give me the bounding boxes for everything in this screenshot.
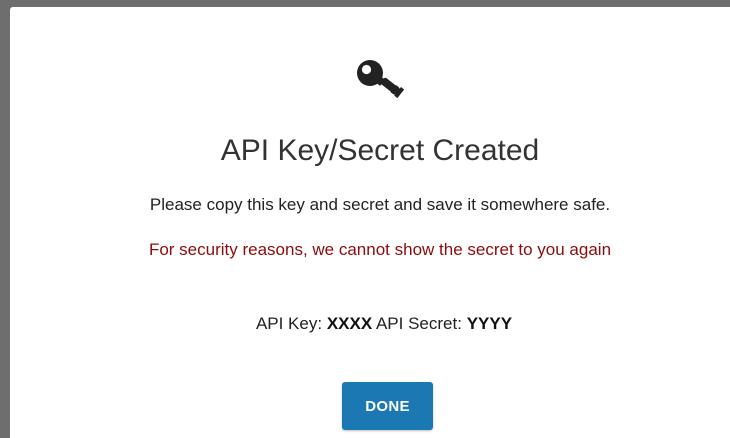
copy-instruction: Please copy this key and secret and save… bbox=[149, 195, 611, 214]
api-key-dialog: API Key/Secret Created Please copy this … bbox=[10, 7, 730, 438]
api-key-label: API Key: bbox=[255, 314, 323, 333]
dialog-title: API Key/Secret Created bbox=[220, 134, 540, 167]
api-secret-value: YYYY bbox=[466, 314, 513, 333]
security-warning: For security reasons, we cannot show the… bbox=[148, 240, 612, 259]
key-icon bbox=[357, 60, 405, 99]
api-key-value: XXXX bbox=[326, 314, 373, 333]
credentials-line: API Key: XXXX API Secret: YYYY bbox=[10, 314, 730, 334]
api-secret-label: API Secret: bbox=[375, 314, 462, 333]
done-button[interactable]: DONE bbox=[342, 382, 433, 430]
